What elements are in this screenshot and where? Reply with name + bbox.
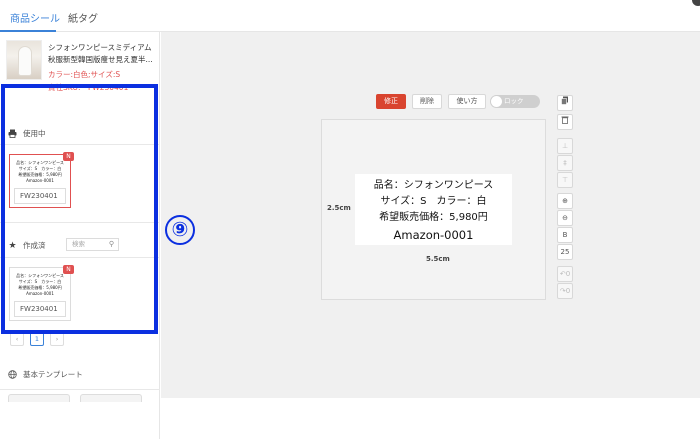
template-tab[interactable] bbox=[80, 394, 142, 402]
page-number[interactable]: 1 bbox=[30, 332, 44, 346]
undo-icon[interactable]: ↶0 bbox=[557, 266, 573, 282]
copy-icon[interactable] bbox=[557, 95, 573, 111]
label-preview[interactable]: 品名：シフォンワンピース サイズ：S カラー：白 希望販売価格：5,980円 A… bbox=[355, 174, 512, 245]
divider bbox=[0, 389, 160, 390]
tab-bar: 商品シール 紙タグ bbox=[0, 0, 700, 32]
zoom-out-icon[interactable]: ⊖ bbox=[557, 210, 573, 226]
label-line-size-color: サイズ：S カラー：白 bbox=[380, 196, 487, 207]
align-bottom-icon[interactable]: ⊤ bbox=[557, 172, 573, 188]
zoom-in-icon[interactable]: ⊕ bbox=[557, 193, 573, 209]
basic-template-section-header[interactable]: 基本テンプレート bbox=[8, 369, 83, 380]
label-line-price: 希望販売価格：5,980円 bbox=[379, 212, 488, 223]
font-size-field[interactable]: 25 bbox=[557, 244, 573, 260]
edit-button[interactable]: 修正 bbox=[376, 94, 406, 109]
product-thumbnail bbox=[6, 40, 42, 80]
product-attributes: カラー:白色;サイズ:S bbox=[48, 70, 121, 79]
next-page-button[interactable]: › bbox=[50, 332, 64, 346]
close-icon[interactable] bbox=[692, 0, 700, 6]
align-middle-icon[interactable]: ‡ bbox=[557, 155, 573, 171]
product-name: シフォンワンピースミディアム秋服新型韓国版痩せ見え夏半... bbox=[48, 43, 153, 64]
align-top-icon[interactable]: ⊥ bbox=[557, 138, 573, 154]
label-line-name: 品名：シフォンワンピース bbox=[373, 180, 494, 191]
lock-label: ロック bbox=[504, 97, 524, 105]
step-marker: ⑨ bbox=[165, 215, 195, 245]
tab-product-seal[interactable]: 商品シール bbox=[10, 10, 60, 25]
label-line-code: Amazon-0001 bbox=[393, 228, 474, 242]
app-root: 商品シール 紙タグ シフォンワンピースミディアム秋服新型韓国版痩せ見え夏半...… bbox=[0, 0, 700, 439]
globe-icon bbox=[8, 370, 17, 379]
height-dimension: 2.5cm bbox=[327, 204, 351, 212]
tab-paper-tag[interactable]: 紙タグ bbox=[68, 10, 98, 25]
redo-icon[interactable]: ↷0 bbox=[557, 283, 573, 299]
delete-button[interactable]: 削除 bbox=[412, 94, 442, 109]
bold-icon[interactable]: B bbox=[557, 227, 573, 243]
basic-template-title: 基本テンプレート bbox=[23, 370, 83, 379]
toggle-knob bbox=[491, 96, 502, 107]
template-tab[interactable] bbox=[8, 394, 70, 402]
lock-toggle[interactable]: ロック bbox=[490, 95, 540, 108]
usage-button[interactable]: 使い方 bbox=[448, 94, 486, 109]
prev-page-button[interactable]: ‹ bbox=[10, 332, 24, 346]
highlight-frame bbox=[1, 84, 158, 334]
trash-icon[interactable] bbox=[557, 114, 573, 130]
width-dimension: 5.5cm bbox=[426, 255, 450, 263]
